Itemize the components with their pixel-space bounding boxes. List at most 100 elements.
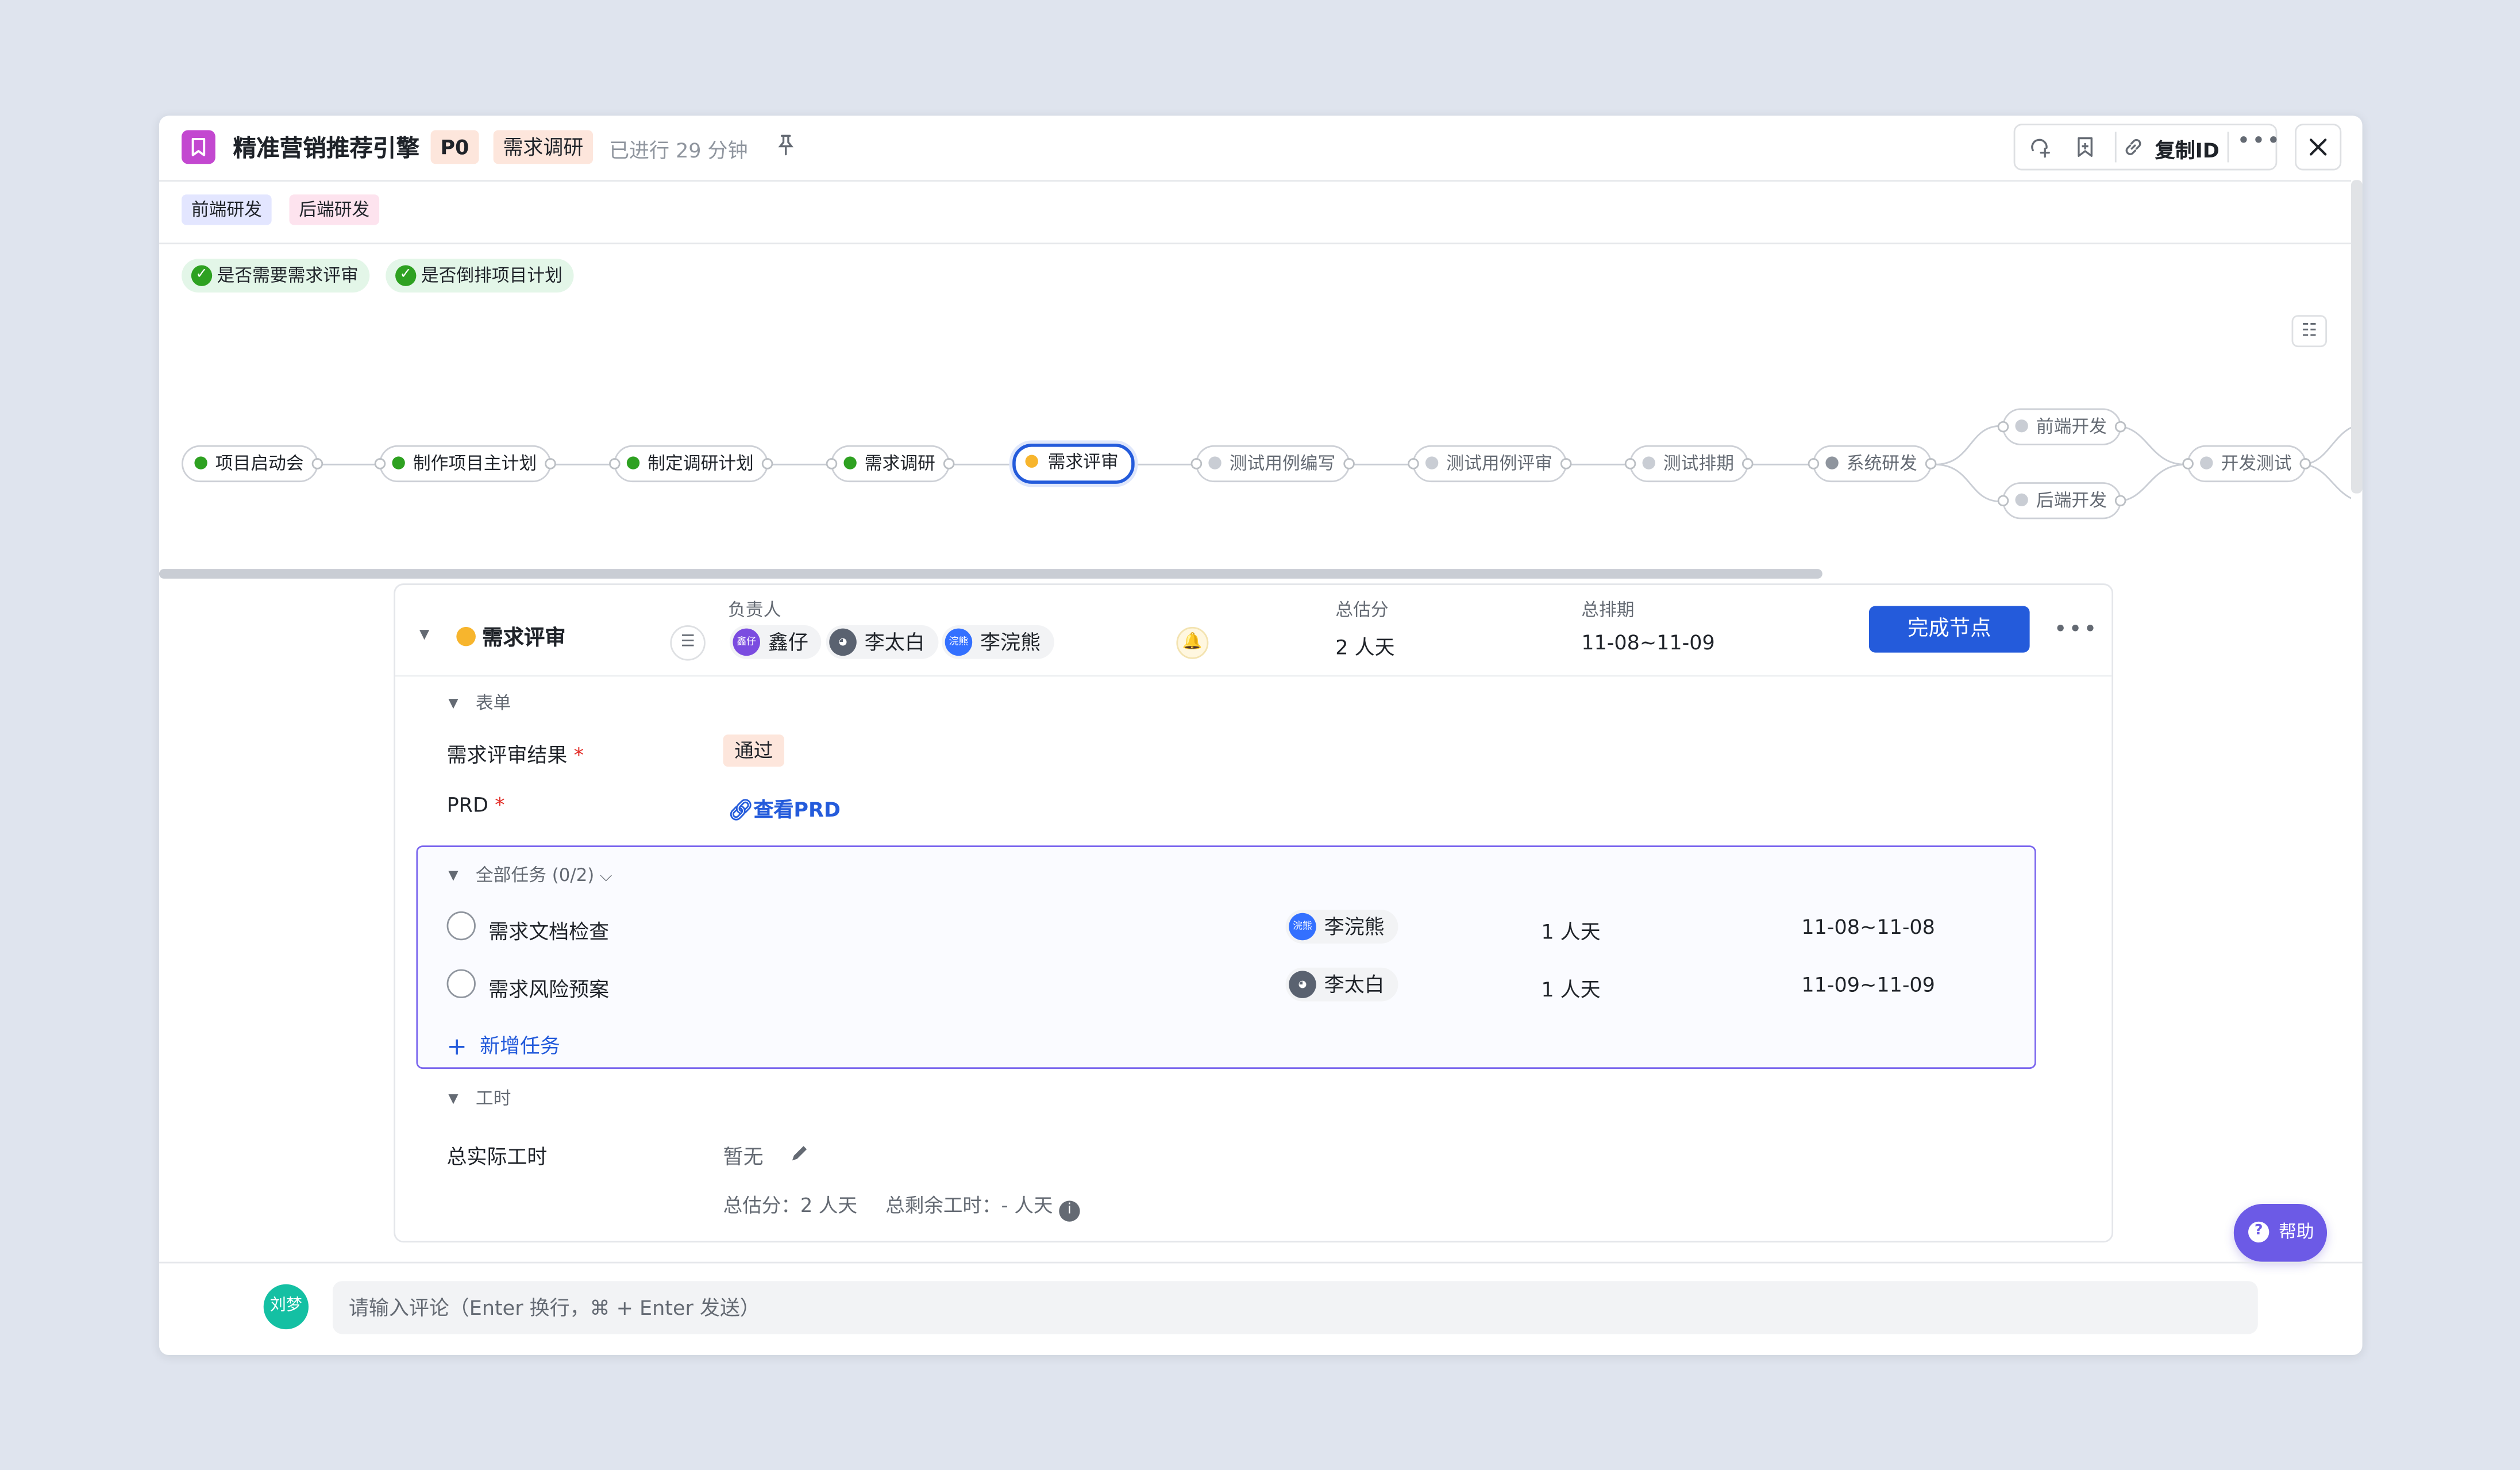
pin-icon[interactable] [776,133,796,162]
toolbar-divider [2227,132,2229,163]
flow-node[interactable]: 测试排期 [1624,445,1754,483]
bell-icon[interactable]: 🔔 [1176,626,1209,659]
check-icon: ✓ [191,265,213,286]
summary-remaining: 总剩余工时：- 人天 i [885,1191,1080,1222]
task-owner-chip[interactable]: ◕ 李太白 [1285,967,1398,1002]
flow-node-label: 制作项目主计划 [413,453,537,475]
field-label-prd: PRD * [446,792,505,817]
bookmark-app-icon [182,130,215,164]
flow-node-label: 制定调研计划 [648,453,754,475]
more-icon[interactable]: ••• [2237,129,2282,155]
link-icon[interactable] [2121,135,2145,166]
status-dot [2015,493,2028,507]
task-schedule[interactable]: 11-09~11-09 [1801,972,1935,996]
help-button[interactable]: ? 帮助 [2233,1203,2328,1262]
label-tag-frontend[interactable]: 前端研发 [182,194,272,225]
comment-input[interactable] [332,1281,2258,1334]
collapse-caret-icon[interactable]: ▼ [448,696,458,710]
status-dot [392,456,405,470]
copy-id-button[interactable]: 复制ID [2155,133,2220,164]
flow-node-label: 需求调研 [864,453,935,475]
schedule-value[interactable]: 11-08~11-09 [1581,630,1715,654]
flow-node-current[interactable]: 需求评审 [1012,443,1135,484]
header-divider [159,180,2352,182]
task-detail-window: 精准营销推荐引擎 P0 需求调研 已进行 29 分钟 复制ID ••• 前端研发… [159,116,2363,1355]
complete-node-button[interactable]: 完成节点 [1868,606,2030,653]
flow-node-label: 后端开发 [2036,490,2107,511]
review-result-tag[interactable]: 通过 [723,734,784,767]
actual-worktime-value: 暂无 [723,1144,764,1169]
more-icon[interactable]: ••• [2054,617,2099,643]
status-dot [1825,456,1839,470]
status-dot [2200,456,2213,470]
avatar: ◕ [829,628,857,656]
flow-node[interactable]: 需求调研 [826,445,955,483]
task-row[interactable]: 需求风险预案 ◕ 李太白 1 人天 11-09~11-09 [418,961,2035,1010]
panel-divider [395,675,2112,677]
question-icon: ? [2248,1221,2269,1243]
task-owner-chip[interactable]: 浣熊 李浣熊 [1285,910,1398,944]
owner-chip[interactable]: 浣熊 李浣熊 [942,625,1054,659]
vertical-scrollbar[interactable] [2351,180,2363,494]
status-dot [1425,456,1439,470]
flow-node[interactable]: 测试用例评审 [1408,445,1572,483]
avatar: 鑫仔 [733,628,760,656]
add-task-button[interactable]: + 新增任务 [447,1029,560,1061]
flow-node[interactable]: 测试用例编写 [1190,445,1355,483]
flow-node[interactable]: 前端开发 [1997,408,2126,445]
flow-node[interactable]: 制定调研计划 [609,445,773,483]
bookmark-icon[interactable] [2073,135,2097,166]
flow-node[interactable]: 后端开发 [1997,482,2126,519]
task-name[interactable]: 需求风险预案 [488,972,609,1003]
condition-chip[interactable]: ✓ 是否倒排项目计划 [386,259,574,293]
node-detail-panel: ▼ 需求评审 ☰ 负责人 鑫仔 鑫仔 ◕ 李太白 浣熊 李浣熊 🔔 总估分 2 人天 … [394,583,2114,1243]
edit-icon[interactable] [789,1140,810,1170]
info-icon[interactable]: i [1059,1200,1080,1222]
collapse-caret-icon[interactable]: ▼ [448,1091,458,1106]
owner-chip[interactable]: ◕ 李太白 [826,625,938,659]
flow-node[interactable]: 系统研发 [1808,445,1937,483]
horizontal-scrollbar[interactable] [159,569,1822,579]
task-checkbox[interactable] [446,969,476,998]
priority-badge[interactable]: P0 [430,130,479,164]
flow-node[interactable]: 制作项目主计划 [374,445,556,483]
task-schedule[interactable]: 11-08~11-08 [1801,914,1935,938]
collapse-caret-icon[interactable]: ▼ [419,627,429,641]
flow-settings-icon[interactable]: ☷ [2291,315,2328,348]
close-button[interactable] [2295,124,2342,171]
field-label-review-result: 需求评审结果 * [446,742,584,767]
condition-label: 是否需要需求评审 [217,265,359,286]
section-divider [159,243,2352,245]
node-title: 需求评审 [456,621,566,651]
flow-node-label: 需求评审 [1047,451,1119,473]
flow-node[interactable]: 开发测试 [2182,445,2311,483]
flow-node-label: 测试用例评审 [1446,453,1552,475]
status-dot [1642,456,1655,470]
status-dot [843,456,857,470]
task-checkbox[interactable] [446,911,476,941]
link-icon: 🔗︎ [728,797,754,822]
task-list-section: ▼ 全部任务 (0/2) ⌵ 需求文档检查 浣熊 李浣熊 1 人天 11-08~1… [416,845,2036,1069]
toolbar-divider [2114,132,2117,163]
tasks-header[interactable]: 全部任务 (0/2) ⌵ [476,861,612,887]
collapse-caret-icon[interactable]: ▼ [448,868,458,882]
status-dot [1208,456,1222,470]
view-prd-link[interactable]: 🔗︎查看PRD [728,792,841,823]
flow-node[interactable]: 项目启动会 [182,445,323,483]
list-icon[interactable]: ☰ [670,625,706,661]
summary-estimate: 总估分：2 人天 [723,1194,858,1217]
task-estimate[interactable]: 1 人天 [1541,972,1600,1003]
owner-chip[interactable]: 鑫仔 鑫仔 [729,625,822,659]
task-estimate[interactable]: 1 人天 [1541,914,1600,945]
chevron-down-icon: ⌵ [600,868,612,886]
task-name[interactable]: 需求文档检查 [488,914,609,945]
status-dot [626,456,640,470]
stage-badge[interactable]: 需求调研 [493,130,594,164]
label-tag-backend[interactable]: 后端研发 [289,194,380,225]
check-icon: ✓ [395,265,417,286]
task-row[interactable]: 需求文档检查 浣熊 李浣熊 1 人天 11-08~11-08 [418,903,2035,952]
avatar: ◕ [1289,971,1316,998]
sync-icon[interactable] [2028,135,2052,166]
avatar: 刘梦 [263,1284,309,1330]
condition-chip[interactable]: ✓ 是否需要需求评审 [182,259,370,293]
